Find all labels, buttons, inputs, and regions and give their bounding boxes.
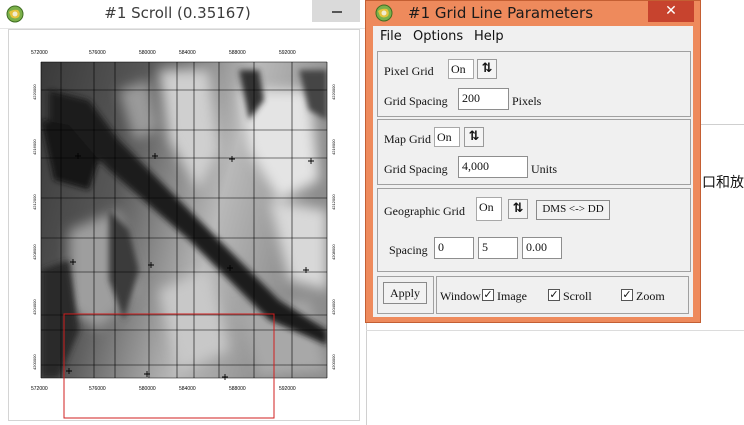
svg-text:4200000: 4200000 bbox=[331, 354, 336, 370]
top-label: 588000 bbox=[229, 50, 246, 56]
pixel-grid-panel: Pixel Grid On ⇅ Grid Spacing 200 Pixels bbox=[377, 51, 691, 117]
dialog-client-area: File Options Help Pixel Grid On ⇅ Grid S… bbox=[373, 26, 693, 317]
spacing-minutes-input[interactable]: 5 bbox=[478, 237, 518, 259]
svg-text:4220000: 4220000 bbox=[32, 84, 37, 100]
bottom-label: 588000 bbox=[229, 386, 246, 392]
spacing-degrees-input[interactable]: 0 bbox=[434, 237, 474, 259]
scroll-checkbox[interactable]: ✓ bbox=[548, 289, 560, 301]
pixel-grid-toggle-arrow[interactable]: ⇅ bbox=[477, 59, 497, 79]
bottom-label: 572000 bbox=[31, 386, 48, 392]
pixel-grid-spacing-label: Grid Spacing bbox=[384, 94, 448, 108]
geographic-grid-toggle-arrow[interactable]: ⇅ bbox=[508, 199, 528, 219]
close-icon: ✕ bbox=[665, 3, 677, 19]
terrain-image bbox=[41, 62, 327, 378]
svg-text:4220000: 4220000 bbox=[331, 84, 336, 100]
geographic-grid-label: Geographic Grid bbox=[384, 204, 465, 218]
background-text: 口和放大 bbox=[702, 175, 744, 191]
scroll-window-title: #1 Scroll (0.35167) bbox=[104, 4, 251, 22]
dem-grayscale-map[interactable]: 4220000 4216000 4212000 4208000 4204000 … bbox=[9, 30, 359, 420]
bottom-label: 584000 bbox=[179, 386, 196, 392]
svg-text:4212000: 4212000 bbox=[331, 194, 336, 210]
top-label: 580000 bbox=[139, 50, 156, 56]
svg-text:4216000: 4216000 bbox=[331, 139, 336, 155]
zoom-checkbox[interactable]: ✓ bbox=[621, 289, 633, 301]
pixel-grid-spacing-input[interactable]: 200 bbox=[458, 88, 509, 110]
menu-help[interactable]: Help bbox=[474, 29, 504, 44]
window-label: Window bbox=[440, 289, 481, 303]
map-grid-toggle-arrow[interactable]: ⇅ bbox=[464, 127, 484, 147]
map-grid-unit-label: Units bbox=[531, 162, 558, 176]
bottom-axis-labels: 572000 576000 580000 584000 588000 59200… bbox=[31, 386, 296, 392]
scroll-checkbox-label: Scroll bbox=[563, 289, 592, 303]
apply-button[interactable]: Apply bbox=[383, 282, 427, 304]
checkmark-icon: ✓ bbox=[549, 288, 559, 301]
svg-text:4200000: 4200000 bbox=[32, 354, 37, 370]
background-divider bbox=[701, 124, 744, 125]
map-grid-label: Map Grid bbox=[384, 132, 431, 146]
dms-dd-toggle-button[interactable]: DMS <-> DD bbox=[536, 200, 610, 220]
geographic-grid-panel: Geographic Grid On ⇅ DMS <-> DD Spacing … bbox=[377, 188, 691, 272]
envi-globe-icon bbox=[375, 4, 393, 22]
map-grid-spacing-input[interactable]: 4,000 bbox=[458, 156, 528, 178]
menu-options[interactable]: Options bbox=[413, 29, 463, 44]
bottom-label: 576000 bbox=[89, 386, 106, 392]
svg-text:4208000: 4208000 bbox=[331, 244, 336, 260]
checkmark-icon: ✓ bbox=[622, 288, 632, 301]
top-label: 592000 bbox=[279, 50, 296, 56]
grid-line-parameters-dialog: #1 Grid Line Parameters ✕ File Options H… bbox=[365, 0, 701, 323]
close-button[interactable]: ✕ bbox=[648, 1, 694, 22]
minimize-icon bbox=[332, 11, 342, 13]
minimize-button[interactable] bbox=[312, 0, 360, 22]
map-grid-panel: Map Grid On ⇅ Grid Spacing 4,000 Units bbox=[377, 119, 691, 185]
window-options-panel: Window ✓ Image ✓ Scroll ✓ Zoom bbox=[436, 276, 689, 314]
svg-text:4204000: 4204000 bbox=[331, 299, 336, 315]
scroll-title-bar[interactable]: #1 Scroll (0.35167) bbox=[0, 0, 366, 29]
scroll-window: #1 Scroll (0.35167) 4220000 4216000 4212… bbox=[0, 0, 367, 425]
up-down-arrows-icon: ⇅ bbox=[481, 61, 493, 76]
pixel-grid-label: Pixel Grid bbox=[384, 64, 434, 78]
top-label: 572000 bbox=[31, 50, 48, 56]
image-checkbox-label: Image bbox=[497, 289, 527, 303]
top-label: 576000 bbox=[89, 50, 106, 56]
dialog-title: #1 Grid Line Parameters bbox=[408, 4, 594, 22]
background-window bbox=[701, 0, 744, 425]
up-down-arrows-icon: ⇅ bbox=[512, 201, 524, 216]
top-axis-labels: 572000 576000 580000 584000 588000 59200… bbox=[31, 50, 296, 56]
scroll-viewport[interactable]: 4220000 4216000 4212000 4208000 4204000 … bbox=[8, 29, 360, 421]
svg-text:4212000: 4212000 bbox=[32, 194, 37, 210]
geographic-grid-toggle[interactable]: On bbox=[476, 197, 502, 221]
pixel-grid-unit-label: Pixels bbox=[512, 94, 542, 108]
zoom-checkbox-label: Zoom bbox=[636, 289, 665, 303]
up-down-arrows-icon: ⇅ bbox=[468, 129, 480, 144]
top-label: 584000 bbox=[179, 50, 196, 56]
spacing-seconds-input[interactable]: 0.00 bbox=[522, 237, 562, 259]
svg-text:4204000: 4204000 bbox=[32, 299, 37, 315]
pixel-grid-toggle[interactable]: On bbox=[448, 59, 474, 79]
apply-panel: Apply bbox=[377, 276, 434, 314]
svg-text:4208000: 4208000 bbox=[32, 244, 37, 260]
menu-bar: File Options Help bbox=[373, 26, 693, 48]
bottom-label: 592000 bbox=[279, 386, 296, 392]
map-grid-toggle[interactable]: On bbox=[434, 127, 460, 147]
menu-file[interactable]: File bbox=[380, 29, 402, 44]
svg-text:4216000: 4216000 bbox=[32, 139, 37, 155]
background-divider bbox=[366, 330, 744, 331]
checkmark-icon: ✓ bbox=[483, 288, 493, 301]
bottom-label: 580000 bbox=[139, 386, 156, 392]
map-grid-spacing-label: Grid Spacing bbox=[384, 162, 448, 176]
geographic-spacing-label: Spacing bbox=[389, 243, 428, 257]
image-checkbox[interactable]: ✓ bbox=[482, 289, 494, 301]
